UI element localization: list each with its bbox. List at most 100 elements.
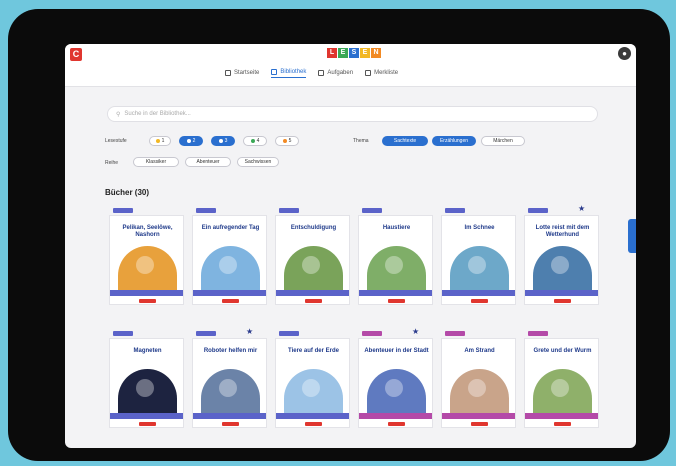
nav-bookmarks[interactable]: Merkliste xyxy=(365,69,398,78)
level-dot-icon xyxy=(282,139,287,143)
level-label: 2 xyxy=(192,138,196,144)
book-cover: Tiere auf der Erde xyxy=(275,338,350,428)
type-pill-nonfiction[interactable]: Sachtexte xyxy=(382,136,428,146)
cover-illustration xyxy=(284,246,343,294)
level-tag xyxy=(113,331,133,336)
book-title: Pelikan, Seelöwe, Nashorn xyxy=(122,225,173,238)
top-bar: C L E S E N ● Startseite Bibliothek Aufg… xyxy=(65,44,636,87)
book-cover: Roboter helfen mir xyxy=(192,338,267,428)
level-pill-4[interactable]: 4 xyxy=(243,136,267,146)
nav-home[interactable]: Startseite xyxy=(225,69,259,78)
type-pill-stories[interactable]: Erzählungen xyxy=(432,136,476,146)
book-cover: Magneten xyxy=(109,338,184,428)
tasks-icon xyxy=(318,69,325,76)
cover-strip xyxy=(110,290,183,296)
level-dot-icon xyxy=(186,139,191,143)
cover-strip xyxy=(359,413,432,419)
cover-illustration xyxy=(201,246,260,294)
publisher-badge xyxy=(554,299,571,303)
cover-illustration xyxy=(533,246,592,294)
cover-strip xyxy=(359,290,432,296)
book-card[interactable]: Ein aufregender Tag xyxy=(192,208,267,315)
brand-letter: E xyxy=(360,48,370,58)
book-card[interactable]: Magneten xyxy=(109,331,184,438)
book-card[interactable]: Am Strand xyxy=(441,331,516,438)
cover-strip xyxy=(525,413,598,419)
home-icon xyxy=(225,69,231,76)
cover-strip xyxy=(110,413,183,419)
book-cover: Im Schnee xyxy=(441,215,516,305)
brand-letter: S xyxy=(349,48,359,58)
main-nav: Startseite Bibliothek Aufgaben Merkliste xyxy=(225,69,398,78)
book-title: Tiere auf der Erde xyxy=(288,348,339,354)
brand-letter: N xyxy=(371,48,381,58)
level-pill-2[interactable]: 2 xyxy=(179,136,203,146)
level-tag xyxy=(445,208,465,213)
series-filter-label: Reihe xyxy=(105,160,119,166)
book-title: Grete und der Wurm xyxy=(533,348,592,354)
book-title: Im Schnee xyxy=(464,225,495,231)
search-input[interactable]: ⚲ Suche in der Bibliothek... xyxy=(107,106,598,122)
book-cover: Am Strand xyxy=(441,338,516,428)
book-card[interactable]: Grete und der Wurm xyxy=(524,331,599,438)
cover-strip xyxy=(276,413,349,419)
publisher-badge xyxy=(305,299,322,303)
book-cover: Ein aufregender Tag xyxy=(192,215,267,305)
book-title: Ein aufregender Tag xyxy=(201,225,260,231)
favorite-star-icon[interactable]: ★ xyxy=(578,204,585,213)
level-pill-5[interactable]: 5 xyxy=(275,136,299,146)
type-filter-label: Thema xyxy=(353,138,369,144)
cover-strip xyxy=(193,413,266,419)
level-label: 3 xyxy=(224,138,228,144)
nav-label: Merkliste xyxy=(374,69,399,76)
book-cover: Abenteuer in der Stadt xyxy=(358,338,433,428)
cover-illustration xyxy=(450,369,509,417)
level-label: 5 xyxy=(288,138,292,144)
brand-letter: L xyxy=(327,48,337,58)
book-title: Abenteuer in der Stadt xyxy=(364,348,429,354)
level-dot-icon xyxy=(250,139,255,143)
nav-tasks[interactable]: Aufgaben xyxy=(318,69,353,78)
book-cover: Lotte reist mit dem Wetterhund xyxy=(524,215,599,305)
favorite-star-icon[interactable]: ★ xyxy=(246,327,253,336)
cover-strip xyxy=(193,290,266,296)
book-card[interactable]: Entschuldigung xyxy=(275,208,350,315)
publisher-badge xyxy=(471,299,488,303)
nav-library[interactable]: Bibliothek xyxy=(271,69,307,78)
side-panel-tab[interactable] xyxy=(628,219,636,253)
series-pill-knowledge[interactable]: Sachwissen xyxy=(237,157,279,167)
books-heading: Bücher (30) xyxy=(105,188,150,197)
level-pill-1[interactable]: 1 xyxy=(149,136,171,146)
level-tag xyxy=(528,331,548,336)
favorite-star-icon[interactable]: ★ xyxy=(412,327,419,336)
app-screen: C L E S E N ● Startseite Bibliothek Aufg… xyxy=(65,44,636,448)
level-pill-3[interactable]: 3 xyxy=(211,136,235,146)
app-logo[interactable]: C xyxy=(70,48,82,61)
series-pill-adventure[interactable]: Abenteuer xyxy=(185,157,231,167)
search-placeholder: Suche in der Bibliothek... xyxy=(124,111,191,117)
cover-illustration xyxy=(450,246,509,294)
book-cover: Haustiere xyxy=(358,215,433,305)
book-card[interactable]: ★ Lotte reist mit dem Wetterhund xyxy=(524,204,599,315)
publisher-badge xyxy=(139,299,156,303)
publisher-badge xyxy=(471,422,488,426)
brand-letter: E xyxy=(338,48,348,58)
book-card[interactable]: Pelikan, Seelöwe, Nashorn xyxy=(109,208,184,315)
level-tag xyxy=(362,208,382,213)
book-card[interactable]: Haustiere xyxy=(358,208,433,315)
publisher-badge xyxy=(388,422,405,426)
book-card[interactable]: Im Schnee xyxy=(441,208,516,315)
book-cover: Grete und der Wurm xyxy=(524,338,599,428)
type-pill-fairytales[interactable]: Märchen xyxy=(481,136,525,146)
brand-logo: L E S E N xyxy=(327,48,381,58)
publisher-badge xyxy=(222,299,239,303)
book-title: Entschuldigung xyxy=(290,225,337,231)
user-avatar[interactable]: ● xyxy=(618,47,631,60)
book-card[interactable]: Tiere auf der Erde xyxy=(275,331,350,438)
book-card[interactable]: ★ Roboter helfen mir xyxy=(192,327,267,438)
book-card[interactable]: ★ Abenteuer in der Stadt xyxy=(358,327,433,438)
series-pill-classics[interactable]: Klassiker xyxy=(133,157,179,167)
level-tag xyxy=(362,331,382,336)
book-title: Haustiere xyxy=(382,225,411,231)
publisher-badge xyxy=(388,299,405,303)
